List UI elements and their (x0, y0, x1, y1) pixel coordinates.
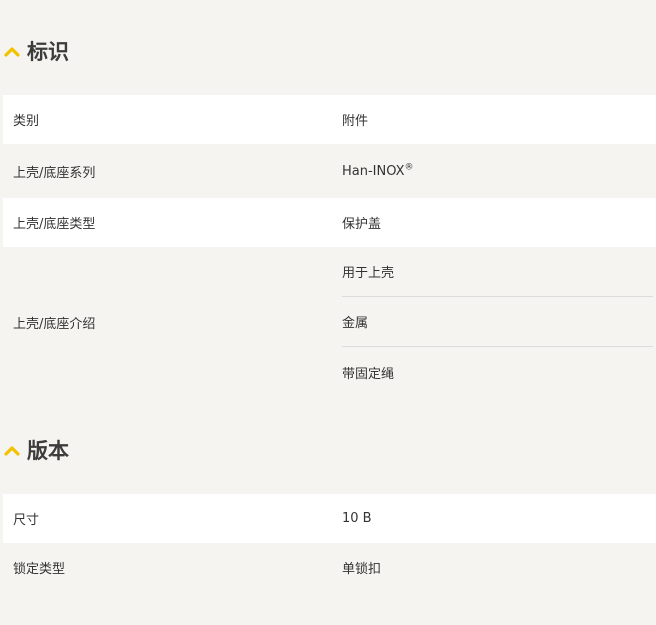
list-item: 用于上壳 (342, 247, 653, 297)
section-header-identification[interactable]: 标识 (0, 31, 69, 71)
table-row: 类别 附件 (3, 95, 656, 144)
row-value: 保护盖 (342, 217, 382, 232)
row-value: Han-INOX® (342, 162, 414, 179)
list-item-text: 带固定绳 (342, 366, 395, 382)
list-item-text: 用于上壳 (342, 266, 395, 281)
table-row: 锁定类型 单锁扣 (3, 543, 656, 592)
table-row: 上壳/底座类型 保护盖 (3, 198, 656, 247)
table-row: 尺寸 10 B (3, 494, 656, 543)
row-value: 附件 (342, 114, 369, 129)
table-row: 上壳/底座介绍 用于上壳 金属 带固定绳 (3, 247, 656, 397)
table-row: 上壳/底座系列 Han-INOX® (3, 144, 656, 198)
chevron-up-icon (0, 440, 24, 460)
row-label: 类别 (13, 114, 40, 129)
section-title: 标识 (27, 40, 69, 64)
chevron-up-icon (0, 41, 24, 61)
row-label: 锁定类型 (13, 562, 66, 577)
section-title: 版本 (27, 439, 69, 463)
row-label: 上壳/底座系列 (13, 165, 96, 181)
row-value: 10 B (342, 511, 372, 526)
row-value-text: Han-INOX (342, 163, 405, 179)
list-item: 带固定绳 (342, 347, 653, 397)
row-value: 单锁扣 (342, 562, 382, 577)
row-label: 上壳/底座类型 (13, 217, 96, 232)
row-value-list: 用于上壳 金属 带固定绳 (342, 247, 653, 397)
list-item-text: 金属 (342, 316, 369, 331)
registered-mark: ® (404, 162, 414, 173)
list-item: 金属 (342, 297, 653, 347)
section-header-version[interactable]: 版本 (0, 430, 69, 470)
row-label: 上壳/底座介绍 (13, 316, 96, 332)
row-label: 尺寸 (13, 513, 40, 528)
